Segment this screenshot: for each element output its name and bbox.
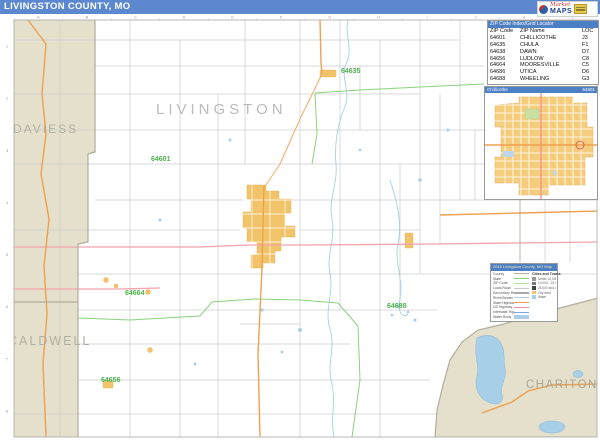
- mooresville-town-area: [104, 278, 109, 283]
- legend-city-entry: Under 10,000: [532, 277, 556, 282]
- wheeling-town-area: [405, 233, 413, 248]
- legend-swatch: [514, 297, 529, 298]
- legend-cities-header: Cities and Towns: [532, 272, 556, 277]
- zip-table-row: 64601CHILLICOTHEJ3: [488, 35, 598, 42]
- legend-city-entry: 10,000 - 24,999: [532, 281, 556, 286]
- svg-text:E: E: [231, 15, 234, 20]
- zip-label-64688: 64688: [387, 303, 407, 310]
- svg-text:B: B: [86, 15, 89, 20]
- zip-table-row: 64686UTICAD6: [488, 69, 598, 76]
- legend-swatch: [514, 312, 529, 313]
- logo-word-maps: MAPS: [550, 8, 572, 15]
- title-bar: LIVINGSTON COUNTY, MO: [0, 0, 600, 15]
- legend-city-entries: Under 10,00010,000 - 24,99925,000 and ov…: [532, 277, 556, 300]
- legend-city-entry: Water: [532, 295, 556, 300]
- county-label-caldwell: CALDWELL: [8, 334, 91, 348]
- zip-label-64601: 64601: [151, 156, 171, 163]
- zip-label-64664: 64664: [125, 290, 145, 297]
- legend-swatch: [514, 278, 529, 279]
- svg-text:A: A: [37, 15, 40, 20]
- legend-title: 2016 Livingston County, MO Map: [491, 264, 557, 271]
- legend-items: CountyStateZIP CodeLocal RoadSecondary R…: [493, 272, 529, 320]
- inset-map-canvas: [485, 93, 597, 199]
- city-inset-panel: Chillicothe 64601: [484, 86, 598, 200]
- legend-swatch: [514, 302, 529, 303]
- marketmaps-logo: Market MAPS: [537, 1, 598, 17]
- svg-text:D: D: [183, 15, 186, 20]
- zip-table-row: 64688WHEELINGG3: [488, 76, 598, 83]
- zip-index-column-headers: ZIP Code ZIP Name LOC: [488, 28, 598, 35]
- svg-text:J: J: [475, 15, 477, 20]
- legend-swatch: [514, 283, 529, 284]
- zip-table-row: 64638DAWND7: [488, 49, 598, 56]
- legend-swatch: [514, 273, 529, 274]
- county-label-livingston: LIVINGSTON: [156, 101, 287, 118]
- legend-item: Water Body: [493, 315, 529, 320]
- inset-pond: [503, 151, 514, 157]
- zip-index-panel: ZIP Code Index/Grid Locator ZIP Code ZIP…: [487, 20, 599, 85]
- zip-label-64656: 64656: [101, 377, 121, 384]
- zip-table-rows: 64601CHILLICOTHEJ364635CHULAF164638DAWND…: [488, 35, 598, 83]
- legend-swatch: [514, 288, 529, 289]
- inset-city-area: [495, 97, 593, 195]
- inset-park: [525, 109, 539, 119]
- dawn-town-area: [148, 348, 153, 353]
- legend-swatch: [514, 307, 529, 308]
- legend-swatch: [514, 315, 529, 319]
- zip-label-64635: 64635: [341, 68, 361, 75]
- legend-panel: 2016 Livingston County, MO Map CountySta…: [490, 263, 558, 322]
- zip-table-row: 64635CHULAF1: [488, 42, 598, 49]
- zip-table-row: 64656LUDLOWC8: [488, 56, 598, 63]
- utica-town-area: [146, 290, 151, 295]
- lake-east: [476, 335, 506, 404]
- svg-text:K: K: [523, 15, 526, 20]
- county-label-daviess: DAVIESS: [13, 122, 78, 136]
- page-title: LIVINGSTON COUNTY, MO: [0, 0, 600, 14]
- globe-icon: [539, 5, 548, 14]
- logo-fineprint: [574, 4, 587, 14]
- svg-text:H: H: [377, 15, 380, 20]
- legend-city-entry: 25,000 and over: [532, 286, 556, 291]
- zip-table-row: 64664MOORESVILLEC5: [488, 62, 598, 69]
- zip-index-header: ZIP Code Index/Grid Locator: [488, 21, 598, 28]
- svg-text:C: C: [134, 15, 137, 20]
- legend-swatch: [514, 292, 529, 293]
- county-label-chariton: CHARITON: [526, 379, 598, 391]
- svg-text:I: I: [426, 15, 427, 20]
- svg-text:G: G: [328, 15, 331, 20]
- map-page: { "window": { "title": "LIVINGSTON COUNT…: [0, 0, 600, 441]
